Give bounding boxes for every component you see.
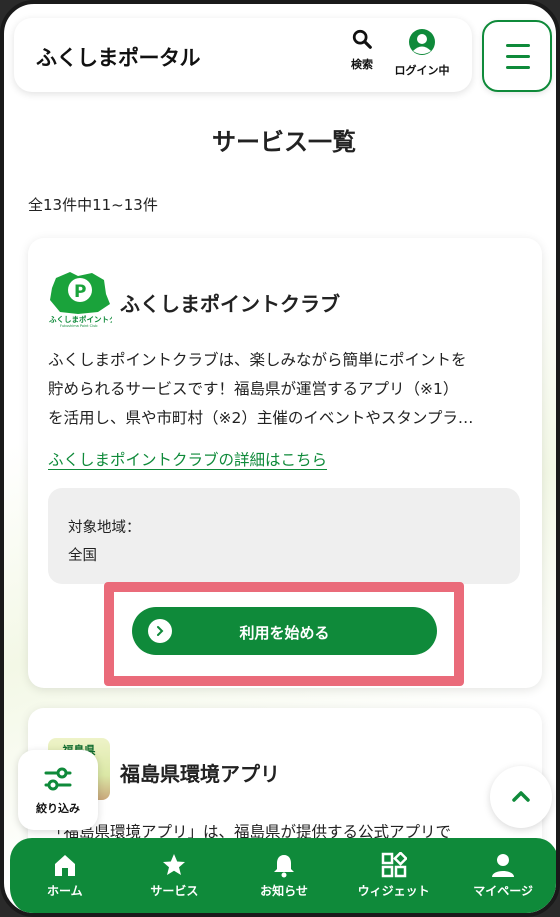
nav-notice[interactable]: お知らせ [229, 838, 339, 913]
search-label: 検索 [351, 58, 373, 71]
point-club-logo: P ふくしまポイントクラブ Fukushima Point Club [49, 272, 112, 328]
svg-text:P: P [74, 282, 86, 302]
desc-line: を活用し、県や市町村（※2）主催のイベントやスタンプラ… [48, 409, 474, 427]
filter-button[interactable]: 絞り込み [18, 750, 98, 830]
card-title: ふくしまポイントクラブ [120, 292, 340, 316]
start-button-label: 利用を始める [239, 624, 330, 642]
desc-line: ふくしまポイントクラブは、楽しみながら簡単にポイントを [48, 351, 467, 369]
user-icon [409, 29, 435, 55]
detail-link[interactable]: ふくしまポイントクラブの詳細はこちら [48, 448, 327, 470]
start-service-button[interactable]: 利用を始める [132, 607, 437, 655]
hamburger-icon [506, 44, 530, 47]
logo-subtext: Fukushima Point Club [60, 324, 98, 328]
home-icon [54, 855, 75, 876]
bottom-navigation: ホーム サービス お知らせ ウィジェット マイページ [10, 838, 556, 913]
app-frame: ふくしまポータル 検索 ログイン中 サービス一覧 全13件中11~13件 P ふ… [0, 0, 560, 917]
nav-widget-label: ウィジェット [357, 884, 430, 898]
login-status-button[interactable]: ログイン中 [386, 28, 458, 78]
card-description: ふくしまポイントクラブは、楽しみながら簡単にポイントを 貯められるサービスです！… [48, 346, 522, 433]
logo-text: ふくしまポイントクラブ [49, 314, 112, 324]
header: ふくしまポータル 検索 ログイン中 [14, 18, 472, 92]
scroll-top-button[interactable] [490, 766, 552, 828]
target-region-box: 対象地域： 全国 [48, 488, 520, 584]
search-button[interactable]: 検索 [342, 28, 382, 72]
nav-mypage-label: マイページ [473, 884, 534, 898]
nav-home[interactable]: ホーム [10, 838, 120, 913]
filter-label: 絞り込み [36, 802, 80, 815]
region-label: 対象地域： [68, 520, 141, 536]
nav-notice-label: お知らせ [260, 884, 308, 898]
hamburger-icon-line [506, 55, 530, 58]
menu-button[interactable] [482, 20, 552, 92]
nav-service-label: サービス [150, 884, 199, 898]
page-title: サービス一覧 [212, 128, 356, 156]
bell-icon [273, 855, 294, 878]
region-value: 全国 [68, 548, 97, 564]
nav-widget[interactable]: ウィジェット [339, 838, 449, 913]
nav-service[interactable]: サービス [120, 838, 230, 913]
nav-mypage[interactable]: マイページ [448, 838, 556, 913]
chevron-up-icon [512, 791, 530, 802]
desc-line: 貯められるサービスです！福島県が運営するアプリ（※1） [48, 380, 459, 398]
card-title: 福島県環境アプリ [120, 762, 280, 786]
person-icon [492, 854, 515, 877]
widget-icon [381, 852, 407, 878]
star-icon [163, 854, 186, 875]
login-label: ログイン中 [394, 64, 450, 77]
site-logo[interactable]: ふくしまポータル [36, 42, 201, 72]
nav-home-label: ホーム [46, 884, 83, 898]
hamburger-icon-line [506, 66, 530, 69]
sliders-icon [44, 767, 72, 791]
result-count: 全13件中11~13件 [28, 196, 158, 214]
search-icon [352, 29, 372, 49]
